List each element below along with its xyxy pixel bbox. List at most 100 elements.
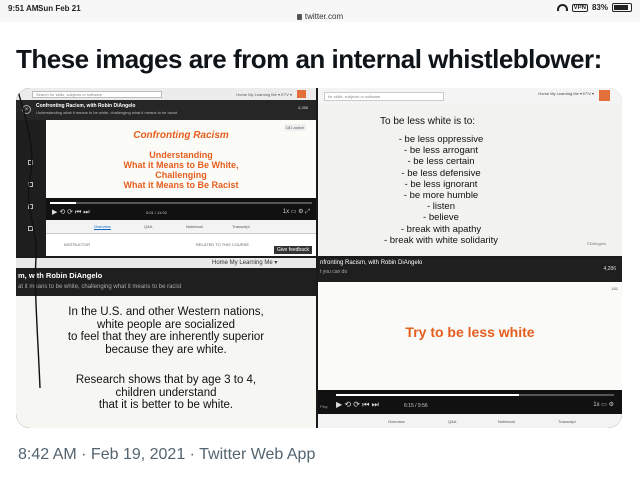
url-text: twitter.com bbox=[304, 12, 344, 21]
wifi-icon bbox=[556, 4, 568, 11]
course-info: INSTRUCTOR RELATED TO THIS COURSE Give f… bbox=[46, 234, 316, 256]
list-item: - be less arrogant bbox=[404, 145, 478, 157]
tweet-timestamp[interactable]: 8:42 AM · Feb 19, 2021 · Twitter Web App bbox=[18, 446, 315, 464]
slide-line: What it Means to Be Racist bbox=[123, 180, 239, 190]
vpn-badge: VPN bbox=[571, 3, 588, 12]
media-image-1[interactable]: Search for skills, subjects or software … bbox=[16, 88, 316, 256]
slide-heading: Try to be less white bbox=[405, 324, 535, 340]
slide-line: that it is better to be white. bbox=[98, 399, 234, 411]
video-controls: ▶ ⟲ ⟳ ⏮ ⏭ 0:01 / 11:02 1x ▭ ⚙ ⤢ bbox=[46, 198, 316, 220]
slide-line: What it Means to Be White, bbox=[123, 160, 239, 170]
list-item: - believe bbox=[423, 212, 459, 224]
linkedin-topbar: Home My Learning Me ▾ bbox=[16, 258, 316, 268]
tab-overview: Overview bbox=[388, 419, 405, 424]
address-bar[interactable]: twitter.com bbox=[0, 12, 640, 21]
progress-bar bbox=[336, 394, 614, 396]
video-time: 0:01 / 11:02 bbox=[146, 210, 167, 215]
slide-line: because they are white. bbox=[105, 343, 227, 356]
ios-status-bar: 9:51 AM Sun Feb 21 twitter.com VPN 83% bbox=[0, 0, 640, 22]
slide-line: In the U.S. and other Western nations, bbox=[68, 306, 264, 318]
left-rail bbox=[16, 120, 46, 256]
tweet-media-grid[interactable]: Search for skills, subjects or software … bbox=[16, 88, 622, 428]
video-time: 6:15 / 9:56 bbox=[404, 403, 428, 409]
list-item: - be less ignorant bbox=[404, 178, 478, 190]
slide-line: white people are socialized bbox=[96, 318, 236, 331]
slide-line: Challenging bbox=[155, 170, 207, 180]
course-header: × Confronting Racism, with Robin DiAngel… bbox=[16, 100, 316, 120]
progress-fill bbox=[50, 202, 77, 204]
play-tag: Play bbox=[320, 404, 328, 409]
slide-paragraph-1: In the U.S. and other Western nations, w… bbox=[16, 306, 316, 356]
course-subtitle: t you can do bbox=[320, 269, 348, 275]
list-item: - be less oppressive bbox=[398, 134, 484, 145]
list-item: - break with white solidarity bbox=[383, 234, 499, 246]
media-image-2[interactable]: for skills, subjects or software Home My… bbox=[318, 88, 622, 256]
rail-icon bbox=[28, 204, 33, 209]
list-item: - be less defensive bbox=[401, 167, 481, 179]
playback-icons: ▶ ⟲ ⟳ ⏮ ⏭ bbox=[52, 209, 90, 216]
rail-icon bbox=[28, 182, 33, 187]
course-title: Confronting Racism, with Robin DiAngelo bbox=[36, 103, 136, 109]
course-subtitle: at it means to be white, challenging wha… bbox=[18, 284, 182, 290]
tab-qa: Q&A bbox=[144, 224, 153, 229]
rail-icon bbox=[28, 160, 33, 165]
list-item: - be more humble bbox=[403, 190, 479, 202]
course-title: nfronting Racism, with Robin DiAngelo bbox=[320, 260, 423, 266]
slide-lines: Understanding What it Means to Be White,… bbox=[46, 150, 316, 190]
progress-fill bbox=[336, 394, 520, 396]
tab-notebook: Notebook bbox=[186, 224, 204, 229]
speed-label: 1x bbox=[593, 402, 600, 408]
tab-notebook: Notebook bbox=[498, 419, 516, 424]
slide-line: children understand bbox=[115, 386, 217, 399]
course-tabs: Overview Q&A Notebook Transcript bbox=[46, 220, 316, 234]
slide-logo: ©DiAngelo bbox=[586, 241, 606, 246]
video-slide: 181 active Confronting Racism Understand… bbox=[46, 120, 316, 198]
likes-count: 4,286 bbox=[603, 266, 616, 272]
likes-count: 4,286 bbox=[297, 105, 308, 110]
media-image-4[interactable]: nfronting Racism, with Robin DiAngelo t … bbox=[318, 258, 622, 428]
related-label: RELATED TO THIS COURSE bbox=[196, 242, 250, 247]
battery-percent: 83% bbox=[591, 3, 608, 12]
speed-label: 1x bbox=[282, 209, 290, 215]
video-slide: In the U.S. and other Western nations, w… bbox=[16, 296, 316, 428]
status-right: VPN 83% bbox=[556, 3, 632, 12]
lock-icon bbox=[296, 14, 302, 20]
tab-transcript: Transcript bbox=[232, 224, 250, 229]
active-viewers: 181 bbox=[611, 286, 618, 291]
linkedin-topbar: for skills, subjects or software Home My… bbox=[318, 88, 622, 104]
slide-list: - be less oppressive - be less arrogant … bbox=[318, 134, 564, 246]
video-slide: 181 Try to be less white bbox=[318, 282, 622, 390]
media-image-3[interactable]: Home My Learning Me ▾ m, with Robin DiAn… bbox=[16, 258, 316, 428]
search-input: Search for skills, subjects or software bbox=[32, 91, 162, 98]
course-header: m, with Robin DiAngelo at it means to be… bbox=[16, 268, 316, 296]
list-item: - be less certain bbox=[407, 156, 475, 168]
tab-qa: Q&A bbox=[448, 419, 457, 424]
course-subtitle: Understanding what it means to be white,… bbox=[36, 110, 178, 115]
course-title: m, with Robin DiAngelo bbox=[18, 271, 103, 280]
linkedin-topbar: Search for skills, subjects or software … bbox=[16, 88, 316, 100]
controls-right: 1x ▭ ⚙ bbox=[593, 402, 614, 408]
list-item: - break with apathy bbox=[400, 223, 482, 235]
course-header: nfronting Racism, with Robin DiAngelo t … bbox=[318, 258, 622, 282]
top-nav: Home My Learning Me ▾ ETV ▾ bbox=[538, 91, 594, 96]
avatar bbox=[297, 90, 306, 98]
avatar bbox=[599, 90, 610, 101]
instructor-label: INSTRUCTOR bbox=[64, 242, 91, 247]
tweet-text: These images are from an internal whistl… bbox=[16, 44, 602, 74]
rail-icon bbox=[28, 226, 33, 231]
top-nav: Home My Learning Me ▾ ETV ▾ bbox=[236, 92, 292, 97]
progress-bar bbox=[50, 202, 312, 204]
slide-line: Understanding bbox=[149, 150, 213, 160]
top-nav: Home My Learning Me ▾ bbox=[212, 260, 278, 266]
close-icon: × bbox=[22, 105, 31, 114]
slide-line: to feel that they are inherently superio… bbox=[67, 331, 265, 343]
slide-paragraph-2: Research shows that by age 3 to 4, child… bbox=[16, 374, 316, 412]
slide-line: Research shows that by age 3 to 4, bbox=[75, 374, 257, 386]
slide-title: To be less white is to: bbox=[380, 116, 476, 127]
video-slide: To be less white is to: - be less oppres… bbox=[318, 104, 622, 256]
playback-icons: ▶ ⟲ ⟳ ⏮ ⏭ bbox=[336, 400, 379, 409]
tab-transcript: Transcript bbox=[558, 419, 576, 424]
course-tabs: Overview Q&A Notebook Transcript bbox=[318, 414, 622, 428]
tab-overview: Overview bbox=[94, 224, 111, 230]
list-item: - listen bbox=[427, 201, 455, 213]
